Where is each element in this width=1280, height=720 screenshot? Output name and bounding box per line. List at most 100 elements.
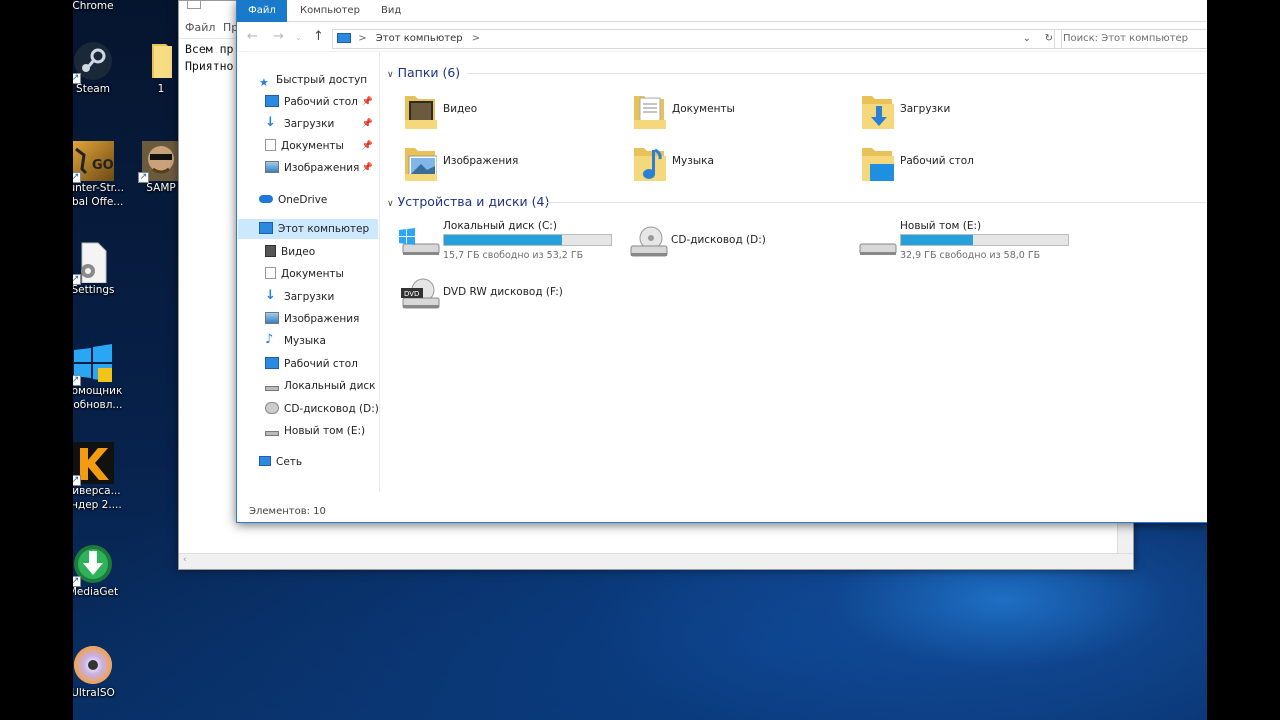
tab-computer[interactable]: Компьютер <box>288 0 372 22</box>
search-box[interactable]: Поиск: Этот компьютер <box>1054 29 1208 49</box>
folder-name: Музыка <box>672 155 714 167</box>
notepad-menu-file[interactable]: Файл <box>185 21 215 34</box>
address-separator: > <box>471 33 481 44</box>
group-divider <box>467 73 1207 74</box>
tab-view[interactable]: Вид <box>369 0 413 22</box>
folder-music[interactable]: Музыка <box>632 140 832 188</box>
nav-pc-local-disk-c[interactable]: Локальный диск (C <box>265 376 379 396</box>
drive-cd-d[interactable]: CD-дисковод (D:) <box>627 220 827 268</box>
folder-downloads[interactable]: Загрузки <box>860 88 1060 136</box>
network-icon <box>259 456 271 466</box>
notepad-horizontal-scrollbar[interactable]: ‹ <box>179 553 1133 569</box>
devices-group-header[interactable]: ∨ Устройства и диски (4) <box>387 194 1207 209</box>
document-icon <box>265 139 276 151</box>
folder-name: Документы <box>672 103 735 115</box>
drive-new-volume-e[interactable]: Новый том (E:) 32,9 ГБ свободно из 58,0 … <box>856 220 1086 268</box>
notepad-line: Всем пр <box>185 42 234 56</box>
nav-pc-downloads[interactable]: ↓ Загрузки <box>265 287 379 307</box>
drive-dvd-rw-f[interactable]: DVD DVD RW дисковод (F:) <box>399 272 629 320</box>
svg-text:DVD: DVD <box>404 290 419 298</box>
file-explorer-window[interactable]: Файл Компьютер Вид ← → ⌄ ↑ > Этот компью… <box>236 0 1208 523</box>
nav-pc-cd-drive-d[interactable]: CD-дисковод (D:) <box>265 399 379 419</box>
notepad-line: Приятно <box>185 59 234 73</box>
drive-name: DVD RW дисковод (F:) <box>443 286 563 298</box>
ribbon-tabs: Файл Компьютер Вид <box>237 0 1207 22</box>
folder-desktop[interactable]: Рабочий стол <box>860 140 1060 188</box>
desktop-icon-label-line2: индер 2.... <box>73 499 122 511</box>
notepad-text-area[interactable]: Всем пр Приятно <box>185 41 233 75</box>
k-app-icon: ↗ <box>73 442 114 486</box>
address-dropdown-chevron-icon[interactable]: ⌄ <box>1023 30 1031 48</box>
drive-local-disk-c[interactable]: Локальный диск (C:) 15,7 ГБ свободно из … <box>399 220 629 268</box>
content-pane: ∨ Папки (6) Видео Документы Загрузки Изо… <box>381 52 1207 492</box>
pin-icon[interactable]: 📌 <box>362 158 373 178</box>
pin-icon[interactable]: 📌 <box>362 92 373 112</box>
nav-pc-videos[interactable]: Видео <box>265 242 379 262</box>
pictures-folder-icon <box>403 144 438 182</box>
nav-label: Быстрый доступ <box>276 74 368 86</box>
document-icon <box>265 267 276 279</box>
nav-label: CD-дисковод (D:) <box>284 403 379 415</box>
desktop-icon-label: Помощник <box>73 385 123 397</box>
forward-arrow-icon[interactable]: → <box>273 29 284 44</box>
address-location[interactable]: Этот компьютер <box>376 33 463 44</box>
collapse-chevron-icon[interactable]: ∨ <box>387 70 394 80</box>
nav-quick-access[interactable]: ★ Быстрый доступ <box>259 70 379 90</box>
recent-locations-chevron-icon[interactable]: ⌄ <box>295 33 302 42</box>
nav-pc-documents[interactable]: Документы <box>265 264 379 284</box>
up-arrow-icon[interactable]: ↑ <box>313 29 324 44</box>
nav-quick-downloads[interactable]: ↓ Загрузки 📌 <box>265 114 379 134</box>
desktop-icon-update-assistant[interactable]: ↗ Помощник о обновл... <box>73 342 133 412</box>
folders-group-header[interactable]: ∨ Папки (6) <box>387 65 1207 80</box>
windows-update-icon: ↗ <box>73 342 114 386</box>
address-row: ← → ⌄ ↑ > Этот компьютер > ⌄ ↻ Поиск: Эт… <box>237 22 1208 52</box>
nav-label: Рабочий стол <box>284 96 358 108</box>
samp-icon: ↗ <box>138 139 182 183</box>
folder-icon <box>140 40 182 82</box>
hard-drive-icon <box>856 226 898 260</box>
refresh-icon[interactable]: ↻ <box>1045 30 1053 48</box>
nav-quick-documents[interactable]: Документы 📌 <box>265 136 379 156</box>
scroll-left-icon[interactable]: ‹ <box>183 555 187 565</box>
settings-icon: ↗ <box>73 241 114 285</box>
desktop-icon-ultraiso[interactable]: UltraISO <box>73 644 133 700</box>
music-note-icon: ♪ <box>265 332 274 347</box>
windows-drive-icon <box>399 226 441 260</box>
back-arrow-icon[interactable]: ← <box>247 29 258 44</box>
nav-pc-desktop[interactable]: Рабочий стол <box>265 354 379 374</box>
desktop-icon-label-line2: о обновл... <box>73 399 123 411</box>
nav-label: Видео <box>281 246 316 258</box>
hard-drive-icon <box>265 430 279 436</box>
pin-icon[interactable]: 📌 <box>362 114 373 134</box>
pin-icon[interactable]: 📌 <box>362 136 373 156</box>
nav-quick-desktop[interactable]: Рабочий стол 📌 <box>265 92 379 112</box>
address-bar[interactable]: > Этот компьютер > ⌄ ↻ <box>332 29 1062 49</box>
nav-onedrive[interactable]: OneDrive <box>259 190 379 210</box>
drive-usage-fill <box>444 235 562 245</box>
nav-network[interactable]: Сеть <box>259 452 379 472</box>
desktop-icon-label: UltraISO <box>73 687 115 699</box>
folder-videos[interactable]: Видео <box>403 88 603 136</box>
desktop-icon-mediaget[interactable]: ↗ MediaGet <box>73 543 133 599</box>
nav-pc-music[interactable]: ♪ Музыка <box>265 331 379 351</box>
folder-documents[interactable]: Документы <box>632 88 832 136</box>
desktop-icon-label: Chrome <box>73 0 114 12</box>
cd-drive-icon <box>627 226 669 260</box>
nav-label: Загрузки <box>284 291 335 303</box>
music-folder-icon <box>632 144 666 182</box>
desktop-icon-k-app[interactable]: ↗ ниверса... индер 2.... <box>73 442 133 512</box>
collapse-chevron-icon[interactable]: ∨ <box>387 199 394 209</box>
nav-pc-pictures[interactable]: Изображения <box>265 309 379 329</box>
desktop-icon-label: MediaGet <box>73 586 119 598</box>
nav-this-pc[interactable]: Этот компьютер <box>238 219 378 239</box>
desktop-icon-settings[interactable]: ↗ Settings <box>73 241 133 297</box>
desktop-icon-chrome[interactable]: Chrome <box>73 0 131 13</box>
folder-pictures[interactable]: Изображения <box>403 140 603 188</box>
notepad-vertical-scrollbar[interactable] <box>1117 523 1133 555</box>
pictures-icon <box>265 161 279 173</box>
tab-file[interactable]: Файл <box>237 0 287 22</box>
nav-quick-pictures[interactable]: Изображения 📌 <box>265 158 379 178</box>
nav-label: Изображения <box>284 313 360 325</box>
nav-pc-new-volume-e[interactable]: Новый том (E:) <box>265 421 379 441</box>
notepad-title-icon <box>187 1 201 9</box>
